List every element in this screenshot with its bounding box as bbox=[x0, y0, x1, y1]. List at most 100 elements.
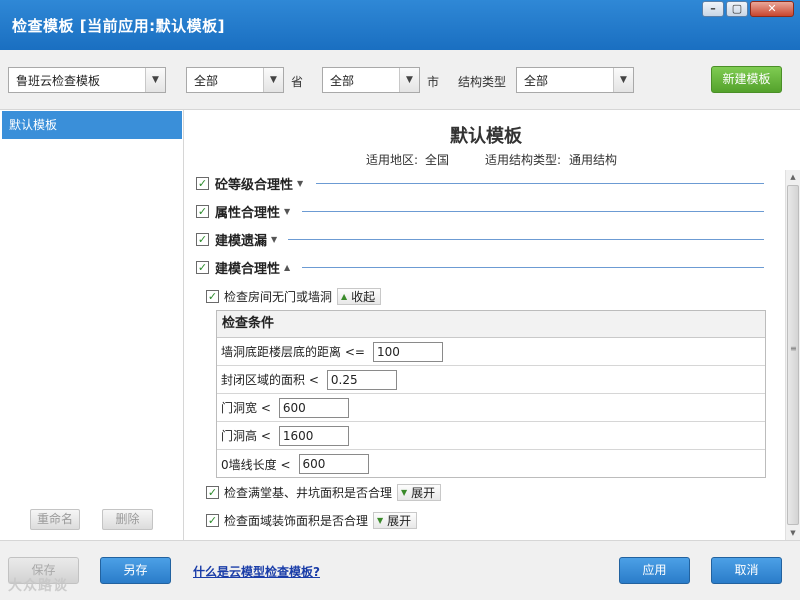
check-item-checkbox[interactable]: ✓ bbox=[206, 513, 219, 527]
check-item-decoration-area[interactable]: ✓ 检查面域装饰面积是否合理 ▼ 展开 bbox=[206, 511, 418, 529]
section-attribute[interactable]: ✓ 属性合理性 ▼ bbox=[196, 202, 290, 221]
watermark-logo: 大众路谈 bbox=[8, 578, 68, 594]
scroll-down-icon[interactable]: ▼ bbox=[786, 526, 800, 540]
chevron-down-icon[interactable]: ▼ bbox=[145, 68, 165, 92]
section-checkbox[interactable]: ✓ bbox=[196, 232, 209, 246]
condition-input[interactable] bbox=[326, 369, 397, 390]
structure-type-value: 通用结构 bbox=[569, 153, 618, 167]
structure-type-select[interactable]: 全部 ▼ bbox=[516, 67, 634, 93]
check-item-label: 检查房间无门或墙洞 bbox=[224, 289, 333, 304]
maximize-button[interactable]: ▢ bbox=[726, 1, 748, 17]
check-item-label: 检查面域装饰面积是否合理 bbox=[224, 513, 369, 528]
condition-row: 门洞宽 < bbox=[217, 394, 765, 422]
new-template-button[interactable]: 新建模板 bbox=[711, 66, 782, 93]
expand-icon: ▼ bbox=[377, 515, 384, 525]
template-detail-panel: 默认模板 适用地区: 全国 适用结构类型: 通用结构 ✓ 砼等级合理性 ▼ ✓ … bbox=[186, 110, 800, 540]
chevron-down-icon[interactable]: ▼ bbox=[613, 68, 633, 92]
rename-button[interactable]: 重命名 bbox=[30, 509, 80, 530]
check-item-checkbox[interactable]: ✓ bbox=[206, 485, 219, 499]
expand-label: 展开 bbox=[387, 513, 412, 528]
window-controls: – ▢ ✕ bbox=[702, 1, 794, 17]
condition-label: 墙洞底距楼层底的距离 <= bbox=[221, 345, 365, 359]
city-select-value: 全部 bbox=[330, 73, 355, 88]
section-label: 建模遗漏 bbox=[215, 233, 268, 249]
province-label: 省 bbox=[291, 75, 304, 89]
scrollbar-thumb[interactable]: ≡ bbox=[787, 185, 799, 525]
city-select[interactable]: 全部 ▼ bbox=[322, 67, 420, 93]
condition-input[interactable] bbox=[372, 341, 443, 362]
expand-label: 展开 bbox=[411, 485, 436, 500]
check-item-label: 检查满堂基、井坑面积是否合理 bbox=[224, 485, 393, 500]
condition-label: 0墙线长度 < bbox=[221, 457, 291, 472]
condition-row: 门洞高 < bbox=[217, 422, 765, 450]
section-label: 建模合理性 bbox=[215, 261, 281, 277]
vertical-scrollbar[interactable]: ▲ ≡ ▼ bbox=[785, 170, 800, 540]
section-label: 属性合理性 bbox=[215, 205, 281, 221]
collapse-label: 收起 bbox=[351, 289, 376, 304]
expand-button[interactable]: ▼ 展开 bbox=[373, 511, 418, 529]
save-as-button[interactable]: 另存 bbox=[100, 557, 171, 584]
conditions-table: 检查条件 墙洞底距楼层底的距离 <= 封闭区域的面积 < 门洞宽 < 门洞高 <… bbox=[216, 310, 766, 478]
structure-type-select-value: 全部 bbox=[524, 73, 549, 88]
close-icon: ✕ bbox=[767, 2, 777, 15]
chevron-down-icon[interactable]: ▼ bbox=[399, 68, 419, 92]
template-list-item[interactable]: 默认模板 bbox=[2, 111, 182, 139]
template-list-panel: 默认模板 重命名 删除 bbox=[0, 110, 184, 540]
section-divider bbox=[302, 267, 764, 268]
province-select-value: 全部 bbox=[194, 73, 219, 88]
window-title: 检查模板 [当前应用:默认模板] bbox=[12, 17, 225, 35]
condition-row: 封闭区域的面积 < bbox=[217, 366, 765, 394]
cancel-button[interactable]: 取消 bbox=[711, 557, 782, 584]
scroll-up-icon[interactable]: ▲ bbox=[786, 170, 800, 184]
title-bar: 检查模板 [当前应用:默认模板] – ▢ ✕ bbox=[0, 0, 800, 50]
condition-label: 门洞宽 < bbox=[221, 401, 271, 415]
section-divider bbox=[316, 183, 764, 184]
expand-icon: ▼ bbox=[401, 487, 408, 497]
section-modeling-omission[interactable]: ✓ 建模遗漏 ▼ bbox=[196, 230, 277, 249]
structure-type-caption: 适用结构类型: bbox=[485, 153, 562, 167]
section-divider bbox=[302, 211, 764, 212]
section-modeling-rationality[interactable]: ✓ 建模合理性 ▲ bbox=[196, 258, 290, 277]
condition-row: 墙洞底距楼层底的距离 <= bbox=[217, 338, 765, 366]
minimize-button[interactable]: – bbox=[702, 1, 724, 17]
section-label: 砼等级合理性 bbox=[215, 177, 294, 193]
template-title: 默认模板 bbox=[450, 126, 522, 147]
caret-down-icon[interactable]: ▼ bbox=[271, 235, 277, 244]
condition-label: 门洞高 < bbox=[221, 429, 271, 443]
check-item-checkbox[interactable]: ✓ bbox=[206, 289, 219, 303]
caret-down-icon[interactable]: ▼ bbox=[284, 207, 290, 216]
province-select[interactable]: 全部 ▼ bbox=[186, 67, 284, 93]
delete-button[interactable]: 删除 bbox=[102, 509, 153, 530]
apply-button[interactable]: 应用 bbox=[619, 557, 690, 584]
section-checkbox[interactable]: ✓ bbox=[196, 176, 209, 190]
region-label: 适用地区: bbox=[366, 153, 419, 167]
condition-label: 封闭区域的面积 < bbox=[221, 373, 319, 387]
condition-input[interactable] bbox=[278, 425, 349, 446]
template-select[interactable]: 鲁班云检查模板 ▼ bbox=[8, 67, 166, 93]
region-value: 全国 bbox=[425, 153, 450, 167]
condition-input[interactable] bbox=[298, 454, 369, 474]
help-link[interactable]: 什么是云模型检查模板? bbox=[193, 563, 320, 580]
caret-down-icon[interactable]: ▼ bbox=[297, 179, 303, 188]
maximize-icon: ▢ bbox=[731, 2, 743, 15]
check-item-room-door[interactable]: ✓ 检查房间无门或墙洞 ▲ 收起 bbox=[206, 287, 382, 305]
caret-up-icon[interactable]: ▲ bbox=[284, 263, 290, 272]
check-item-foundation-pit[interactable]: ✓ 检查满堂基、井坑面积是否合理 ▼ 展开 bbox=[206, 483, 442, 501]
city-label: 市 bbox=[427, 75, 440, 89]
section-checkbox[interactable]: ✓ bbox=[196, 204, 209, 218]
structure-type-label: 结构类型 bbox=[458, 75, 507, 89]
template-select-value: 鲁班云检查模板 bbox=[16, 73, 101, 88]
expand-button[interactable]: ▼ 展开 bbox=[397, 483, 442, 501]
conditions-header: 检查条件 bbox=[217, 311, 765, 338]
section-checkbox[interactable]: ✓ bbox=[196, 260, 209, 274]
condition-row: 0墙线长度 < bbox=[217, 450, 765, 478]
section-divider bbox=[288, 239, 764, 240]
section-concrete-grade[interactable]: ✓ 砼等级合理性 ▼ bbox=[196, 174, 303, 193]
chevron-down-icon[interactable]: ▼ bbox=[263, 68, 283, 92]
collapse-button[interactable]: ▲ 收起 bbox=[337, 287, 382, 305]
collapse-icon: ▲ bbox=[341, 291, 348, 301]
close-button[interactable]: ✕ bbox=[750, 1, 794, 17]
minimize-icon: – bbox=[710, 2, 716, 15]
grip-icon: ≡ bbox=[790, 344, 797, 353]
condition-input[interactable] bbox=[278, 397, 349, 418]
